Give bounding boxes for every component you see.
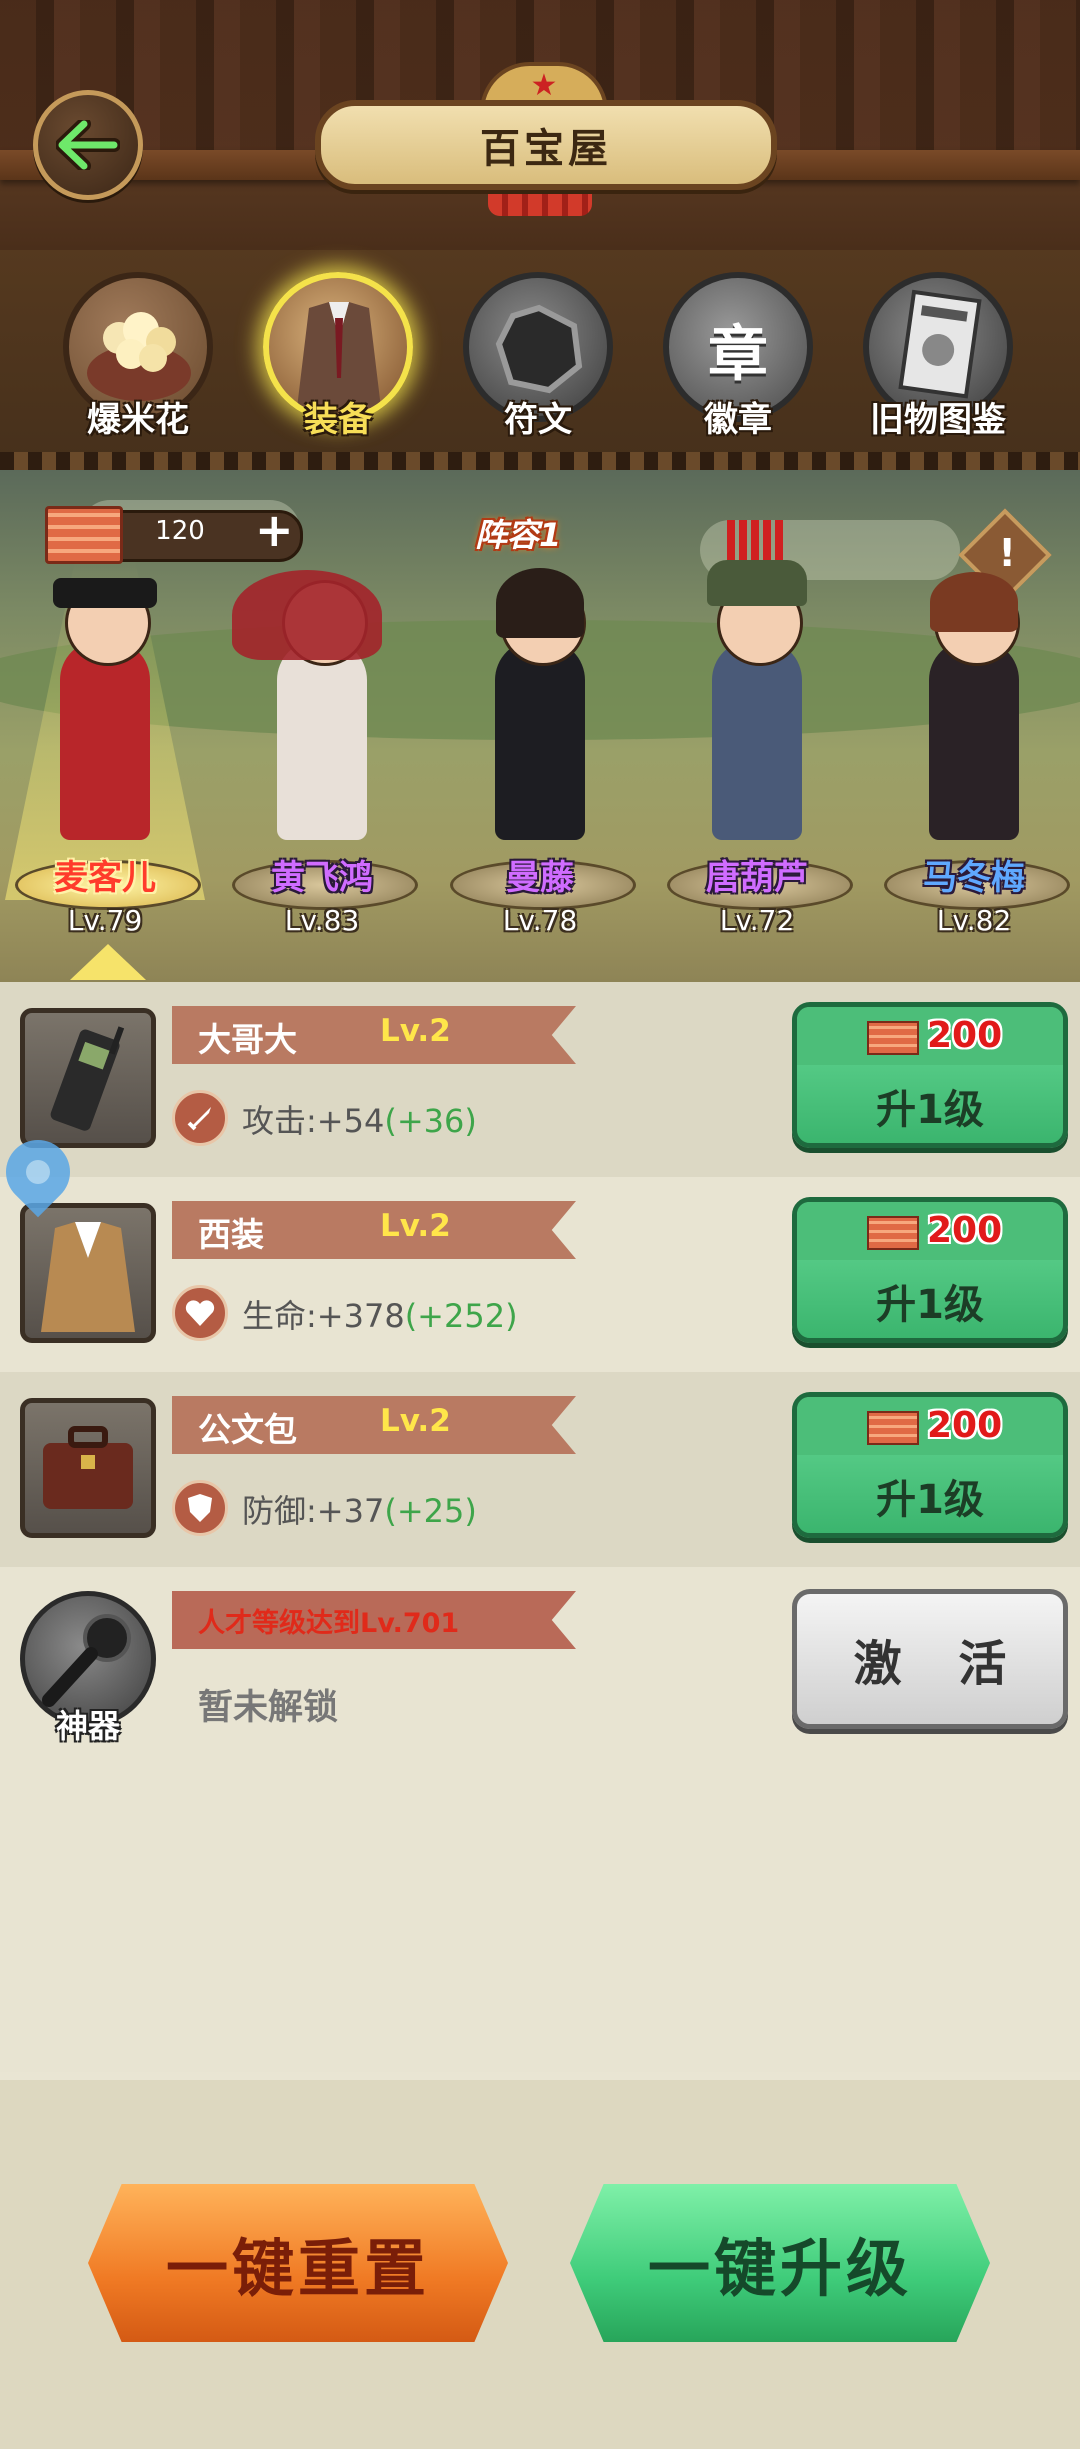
shield-icon: [172, 1480, 228, 1536]
item-stat: 攻击:+54(+36): [242, 1096, 477, 1142]
mobile-phone-icon[interactable]: [20, 1008, 156, 1148]
page-title: 百宝屋: [480, 126, 612, 172]
stat-bonus: (+36): [384, 1102, 477, 1140]
hair-icon: [930, 572, 1018, 632]
sword-icon: [172, 1090, 228, 1146]
hero-slot[interactable]: 马冬梅 Lv.82: [874, 560, 1074, 980]
stat-bonus: (+25): [384, 1492, 477, 1530]
upgrade-label: 升1级: [876, 1477, 984, 1523]
ticket-currency-icon: [45, 506, 123, 564]
stat-value: 防御:+37: [242, 1492, 385, 1530]
tab-rune[interactable]: 符文: [458, 272, 618, 462]
lineup-label[interactable]: 阵容1: [475, 510, 561, 556]
hero-name: 黄飞鸿: [271, 858, 373, 898]
hero-name: 麦客儿: [54, 858, 156, 898]
item-name: 大哥大: [198, 1020, 297, 1059]
hero-level: Lv.82: [936, 904, 1012, 937]
hero-figure: [277, 640, 367, 840]
tab-popcorn-label: 爆米花: [87, 400, 189, 440]
artifact-label: 神器: [55, 1707, 120, 1745]
hero-figure: [712, 640, 802, 840]
tab-old-items-catalog-label: 旧物图鉴: [870, 400, 1006, 440]
hero-name: 唐葫芦: [706, 858, 808, 898]
upgrade-label: 升1级: [876, 1087, 984, 1133]
item-stat: 生命:+378(+252): [242, 1291, 518, 1337]
lion-dance-head-icon: [232, 570, 382, 660]
item-level: Lv.2: [380, 1208, 451, 1244]
tab-popcorn[interactable]: 爆米花: [58, 272, 218, 462]
ticket-currency-icon: [867, 1216, 919, 1250]
selected-hero-arrow: [70, 944, 146, 980]
upgrade-cost: 200: [927, 1210, 1003, 1251]
page-title-plaque: 百宝屋: [315, 100, 777, 190]
reset-all-button[interactable]: 一键重置: [88, 2184, 508, 2342]
upgrade-cost: 200: [927, 1015, 1003, 1056]
hero-slot[interactable]: 黄飞鸿 Lv.83: [222, 560, 422, 980]
upgrade-label: 升1级: [876, 1282, 984, 1328]
stat-value: 攻击:+54: [242, 1102, 385, 1140]
tab-equipment-label: 装备: [304, 400, 372, 440]
ushanka-hat-icon: [707, 560, 807, 606]
hero-slot[interactable]: 麦客儿 Lv.79: [5, 560, 205, 980]
hero-level: Lv.79: [67, 904, 143, 937]
reset-all-label: 一键重置: [165, 2232, 430, 2305]
hero-figure: [929, 640, 1019, 840]
item-level: Lv.2: [380, 1013, 451, 1049]
arrow-left-icon: [56, 120, 120, 170]
equipment-row: 西装 Lv.2 生命:+378(+252) 200 升1级: [0, 1177, 1080, 1372]
hero-figure: [60, 640, 150, 840]
tab-badge-label: 徽章: [704, 400, 772, 440]
hero-slot[interactable]: 唐葫芦 Lv.72: [657, 520, 857, 980]
upgrade-button[interactable]: 200 升1级: [792, 1392, 1068, 1538]
hero-slot[interactable]: 曼藤 Lv.78: [440, 560, 640, 980]
hero-name: 曼藤: [506, 858, 574, 898]
suit-jacket-icon[interactable]: [20, 1203, 156, 1343]
activate-button[interactable]: 激 活: [792, 1589, 1068, 1729]
equipment-list: 大哥大 Lv.2 攻击:+54(+36) 200 升1级 西装 Lv.2 生命:…: [0, 982, 1080, 2072]
artifact-row: 神器 人才等级达到Lv.701 暂未解锁 激 活: [0, 1567, 1080, 1762]
item-level: Lv.2: [380, 1403, 451, 1439]
hero-name: 马冬梅: [923, 858, 1025, 898]
tab-old-items-catalog[interactable]: 旧物图鉴: [858, 272, 1018, 462]
ticket-currency-icon: [867, 1411, 919, 1445]
add-currency-button[interactable]: +: [255, 505, 294, 555]
stat-bonus: (+252): [404, 1297, 518, 1335]
item-name: 公文包: [198, 1410, 297, 1449]
upgrade-button[interactable]: 200 升1级: [792, 1002, 1068, 1148]
unlock-requirement: 人才等级达到Lv.701: [198, 1608, 460, 1639]
upgrade-all-label: 一键升级: [647, 2232, 912, 2305]
fedora-hat-icon: [53, 578, 157, 608]
badge-icon-glyph: 章: [708, 320, 768, 390]
upgrade-button[interactable]: 200 升1级: [792, 1197, 1068, 1343]
tab-rune-label: 符文: [504, 400, 572, 440]
equipment-row: 大哥大 Lv.2 攻击:+54(+36) 200 升1级: [0, 982, 1080, 1177]
equipment-row: 公文包 Lv.2 防御:+37(+25) 200 升1级: [0, 1372, 1080, 1567]
activate-label: 激 活: [853, 1636, 1027, 1692]
heart-icon: [172, 1285, 228, 1341]
upgrade-cost: 200: [927, 1405, 1003, 1446]
briefcase-icon[interactable]: [20, 1398, 156, 1538]
hero-level: Lv.78: [502, 904, 578, 937]
tab-equipment[interactable]: 装备: [258, 272, 418, 462]
tab-badge[interactable]: 章 徽章: [658, 272, 818, 462]
hero-level: Lv.72: [719, 904, 795, 937]
hero-figure: [495, 640, 585, 840]
locked-status: 暂未解锁: [198, 1688, 339, 1728]
ticket-currency-icon: [867, 1021, 919, 1055]
hero-level: Lv.83: [284, 904, 360, 937]
back-button[interactable]: [33, 90, 143, 200]
item-name: 西装: [198, 1215, 264, 1254]
item-stat: 防御:+37(+25): [242, 1486, 477, 1532]
candied-haws-icon: [727, 520, 787, 560]
stat-value: 生命:+378: [242, 1297, 405, 1335]
hair-icon: [496, 568, 584, 638]
currency-amount: 120: [155, 516, 205, 546]
upgrade-all-button[interactable]: 一键升级: [570, 2184, 990, 2342]
